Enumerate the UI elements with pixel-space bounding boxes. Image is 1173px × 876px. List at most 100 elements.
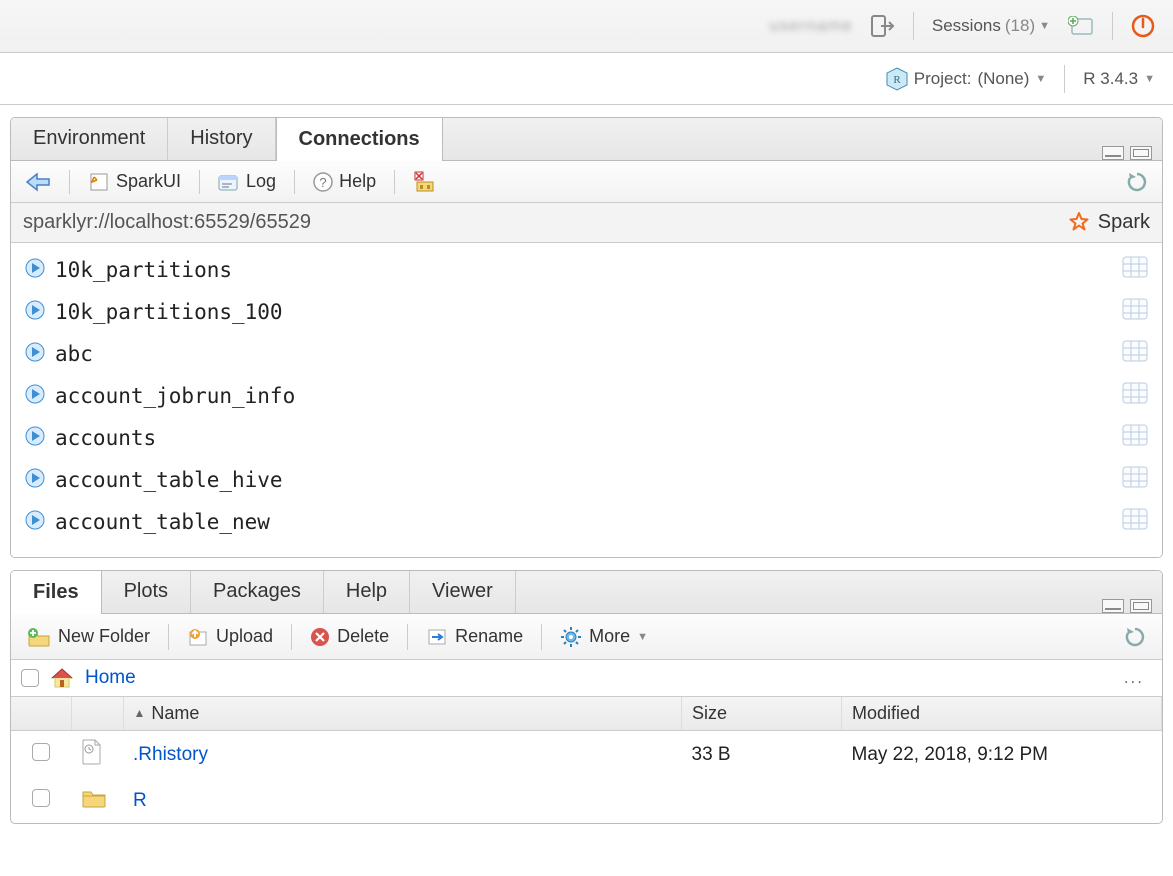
tab-connections[interactable]: Connections	[276, 118, 443, 161]
col-size[interactable]: Size	[682, 697, 842, 731]
new-folder-button[interactable]: New Folder	[21, 623, 156, 650]
row-checkbox[interactable]	[32, 743, 50, 761]
files-toolbar: New Folder Upload Delete Rename More ▼	[11, 614, 1162, 660]
separator	[541, 624, 542, 650]
sparkui-label: SparkUI	[116, 171, 181, 192]
files-table: ▲Name Size Modified .Rhistory 33 BMay 22,…	[11, 697, 1162, 823]
r-version-selector[interactable]: R 3.4.3 ▼	[1083, 69, 1155, 89]
connections-pane: Environment History Connections SparkUI …	[10, 117, 1163, 558]
separator	[199, 170, 200, 194]
delete-button[interactable]: Delete	[304, 623, 395, 650]
tab-files[interactable]: Files	[11, 571, 102, 614]
connection-header: sparklyr://localhost:65529/65529 Spark	[11, 203, 1162, 243]
refresh-button[interactable]	[1120, 168, 1154, 196]
preview-table-icon[interactable]	[1122, 382, 1148, 410]
connection-table-row[interactable]: account_table_hive	[23, 459, 1150, 501]
connection-table-row[interactable]: accounts	[23, 417, 1150, 459]
select-all-checkbox[interactable]	[21, 669, 39, 687]
file-row: R	[11, 779, 1162, 823]
row-checkbox[interactable]	[32, 789, 50, 807]
svg-text:?: ?	[319, 175, 326, 190]
connection-table-row[interactable]: account_jobrun_info	[23, 375, 1150, 417]
tab-environment[interactable]: Environment	[11, 117, 168, 160]
file-size	[682, 779, 842, 823]
power-icon[interactable]	[1131, 14, 1155, 38]
separator	[168, 624, 169, 650]
log-icon	[218, 172, 240, 192]
preview-table-icon[interactable]	[1122, 508, 1148, 536]
col-name[interactable]: ▲Name	[123, 697, 682, 731]
help-icon: ?	[313, 172, 333, 192]
rename-button[interactable]: Rename	[420, 623, 529, 650]
col-modified[interactable]: Modified	[842, 697, 1162, 731]
breadcrumb-more-icon[interactable]: ...	[1124, 668, 1152, 688]
preview-table-icon[interactable]	[1122, 340, 1148, 368]
sessions-dropdown[interactable]: Sessions (18) ▼	[932, 16, 1050, 36]
connection-table-row[interactable]: abc	[23, 333, 1150, 375]
separator	[294, 170, 295, 194]
log-button[interactable]: Log	[212, 168, 282, 195]
expand-icon[interactable]	[25, 426, 45, 451]
signout-icon[interactable]	[871, 15, 895, 37]
chevron-down-icon: ▼	[1144, 73, 1155, 85]
file-row: .Rhistory 33 BMay 22, 2018, 9:12 PM	[11, 731, 1162, 780]
global-topbar: username Sessions (18) ▼	[0, 0, 1173, 53]
chevron-down-icon: ▼	[637, 631, 648, 643]
connection-table-row[interactable]: account_table_new	[23, 501, 1150, 543]
log-label: Log	[246, 171, 276, 192]
connection-url: sparklyr://localhost:65529/65529	[23, 211, 311, 234]
sparkui-button[interactable]: SparkUI	[82, 168, 187, 196]
project-selector[interactable]: R Project: (None) ▼	[886, 67, 1047, 91]
expand-icon[interactable]	[25, 468, 45, 493]
tab-plots[interactable]: Plots	[102, 570, 191, 613]
separator	[291, 624, 292, 650]
expand-icon[interactable]	[25, 384, 45, 409]
upload-label: Upload	[216, 626, 273, 647]
file-modified	[842, 779, 1162, 823]
pane-window-controls	[1102, 146, 1162, 160]
connection-table-row[interactable]: 10k_partitions	[23, 249, 1150, 291]
expand-icon[interactable]	[25, 258, 45, 283]
preview-table-icon[interactable]	[1122, 256, 1148, 284]
tab-viewer[interactable]: Viewer	[410, 570, 516, 613]
minimize-pane-icon[interactable]	[1102, 146, 1124, 160]
separator	[407, 624, 408, 650]
new-session-icon[interactable]	[1068, 16, 1094, 36]
file-type-icon	[71, 779, 123, 823]
disconnect-icon	[413, 171, 437, 193]
files-breadcrumb: Home ...	[11, 660, 1162, 697]
table-name: account_table_hive	[55, 468, 283, 492]
maximize-pane-icon[interactable]	[1130, 599, 1152, 613]
home-icon[interactable]	[49, 666, 75, 690]
tab-help[interactable]: Help	[324, 570, 410, 613]
sparkui-icon	[88, 171, 110, 193]
connections-toolbar: SparkUI Log ? Help	[11, 161, 1162, 203]
disconnect-button[interactable]	[407, 168, 443, 196]
spark-label: Spark	[1098, 211, 1150, 234]
minimize-pane-icon[interactable]	[1102, 599, 1124, 613]
tab-packages[interactable]: Packages	[191, 570, 324, 613]
refresh-files-button[interactable]	[1118, 623, 1152, 651]
expand-icon[interactable]	[25, 510, 45, 535]
project-label: Project:	[914, 69, 972, 89]
connection-table-row[interactable]: 10k_partitions_100	[23, 291, 1150, 333]
file-modified: May 22, 2018, 9:12 PM	[842, 731, 1162, 780]
back-button[interactable]	[19, 169, 57, 195]
expand-icon[interactable]	[25, 342, 45, 367]
expand-icon[interactable]	[25, 300, 45, 325]
maximize-pane-icon[interactable]	[1130, 146, 1152, 160]
preview-table-icon[interactable]	[1122, 424, 1148, 452]
preview-table-icon[interactable]	[1122, 466, 1148, 494]
tab-history[interactable]: History	[168, 117, 275, 160]
rproject-icon: R	[886, 67, 908, 91]
table-name: accounts	[55, 426, 156, 450]
file-name-link[interactable]: R	[133, 790, 147, 811]
more-dropdown[interactable]: More ▼	[554, 623, 654, 651]
separator	[394, 170, 395, 194]
help-button[interactable]: ? Help	[307, 168, 382, 195]
upload-button[interactable]: Upload	[181, 623, 279, 650]
file-name-link[interactable]: .Rhistory	[133, 744, 208, 765]
breadcrumb-home[interactable]: Home	[85, 667, 136, 689]
file-size: 33 B	[682, 731, 842, 780]
preview-table-icon[interactable]	[1122, 298, 1148, 326]
